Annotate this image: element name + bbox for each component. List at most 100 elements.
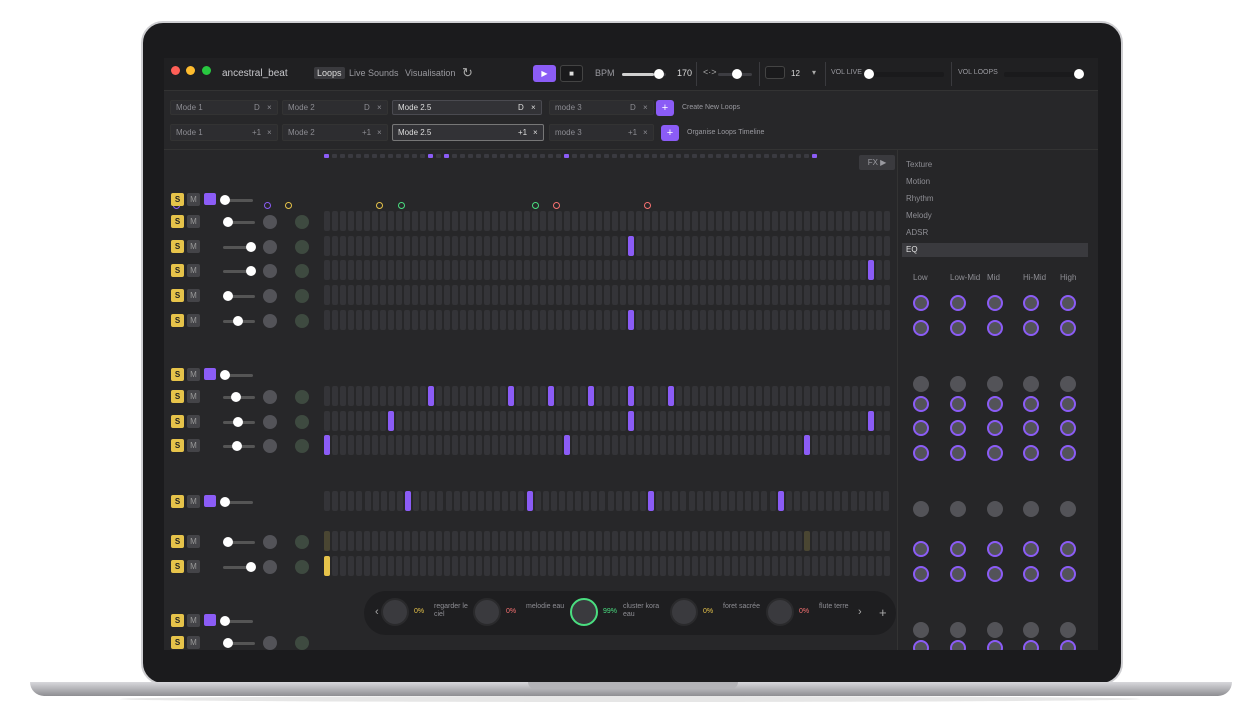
step-cell[interactable]: [788, 386, 794, 406]
step-cell[interactable]: [724, 435, 730, 455]
step-cell[interactable]: [652, 211, 658, 231]
step-cell[interactable]: [788, 285, 794, 305]
step-cell[interactable]: [636, 211, 642, 231]
step-cell[interactable]: [556, 260, 562, 280]
step-cell[interactable]: [780, 310, 786, 330]
step-cell[interactable]: [692, 435, 698, 455]
step-cell[interactable]: [708, 260, 714, 280]
step-cell[interactable]: [612, 211, 618, 231]
step-cell[interactable]: [588, 411, 594, 431]
step-cell[interactable]: [484, 260, 490, 280]
step-cell[interactable]: [820, 285, 826, 305]
step-cell[interactable]: [532, 310, 538, 330]
step-cell[interactable]: [796, 411, 802, 431]
step-cell[interactable]: [764, 386, 770, 406]
step-cell[interactable]: [604, 556, 610, 576]
step-cell[interactable]: [700, 285, 706, 305]
timeline-dot[interactable]: [692, 154, 697, 158]
step-cell[interactable]: [732, 310, 738, 330]
step-cell[interactable]: [705, 491, 711, 511]
step-cell[interactable]: [404, 310, 410, 330]
eq-knob-icon[interactable]: [1023, 541, 1039, 557]
step-cell[interactable]: [644, 435, 650, 455]
step-cell[interactable]: [716, 386, 722, 406]
eq-knob-icon[interactable]: [1060, 376, 1076, 392]
eq-knob-icon[interactable]: [1060, 541, 1076, 557]
step-cell[interactable]: [804, 310, 810, 330]
step-cell[interactable]: [421, 491, 427, 511]
step-cell[interactable]: [396, 411, 402, 431]
eq-knob-icon[interactable]: [1060, 396, 1076, 412]
step-cell[interactable]: [620, 531, 626, 551]
timeline-dot[interactable]: [588, 154, 593, 158]
step-cell[interactable]: [436, 386, 442, 406]
eq-knob-icon[interactable]: [1023, 396, 1039, 412]
step-cell[interactable]: [668, 260, 674, 280]
step-cell[interactable]: [388, 211, 394, 231]
step-cell[interactable]: [444, 285, 450, 305]
step-cell[interactable]: [348, 411, 354, 431]
step-cell[interactable]: [468, 260, 474, 280]
eq-knob-icon[interactable]: [1060, 566, 1076, 582]
step-cell[interactable]: [580, 435, 586, 455]
step-cell[interactable]: [796, 260, 802, 280]
step-cell[interactable]: [620, 211, 626, 231]
step-cell[interactable]: [716, 236, 722, 256]
step-cell[interactable]: [420, 435, 426, 455]
eq-knob-icon[interactable]: [950, 420, 966, 436]
step-cell[interactable]: [356, 285, 362, 305]
step-cell[interactable]: [532, 285, 538, 305]
track-volume-handle[interactable]: [230, 392, 241, 402]
step-cell[interactable]: [508, 435, 514, 455]
step-cell[interactable]: [748, 556, 754, 576]
eq-knob-icon[interactable]: [1023, 501, 1039, 517]
step-cell[interactable]: [324, 211, 330, 231]
step-cell[interactable]: [756, 211, 762, 231]
step-cell[interactable]: [684, 556, 690, 576]
step-cell[interactable]: [388, 556, 394, 576]
step-cell[interactable]: [836, 556, 842, 576]
step-cell[interactable]: [404, 556, 410, 576]
eq-knob-icon[interactable]: [950, 445, 966, 461]
step-cell[interactable]: [636, 411, 642, 431]
step-cell[interactable]: [876, 411, 882, 431]
solo-button[interactable]: S: [171, 314, 184, 327]
step-cell[interactable]: [516, 236, 522, 256]
step-cell[interactable]: [532, 435, 538, 455]
pan-knob-icon[interactable]: [263, 390, 277, 404]
step-cell[interactable]: [748, 531, 754, 551]
step-cell[interactable]: [500, 285, 506, 305]
pitch-knob-icon[interactable]: [295, 314, 309, 328]
step-cell[interactable]: [412, 211, 418, 231]
group-volume-handle[interactable]: [220, 497, 230, 507]
step-cell[interactable]: [740, 435, 746, 455]
timeline-dot[interactable]: [764, 154, 769, 158]
step-cell[interactable]: [436, 260, 442, 280]
step-cell[interactable]: [340, 531, 346, 551]
step-cell[interactable]: [852, 236, 858, 256]
step-cell[interactable]: [452, 260, 458, 280]
timeline-dot[interactable]: [444, 154, 449, 158]
step-cell[interactable]: [372, 556, 378, 576]
step-cell[interactable]: [804, 386, 810, 406]
step-cell[interactable]: [364, 285, 370, 305]
timeline-mode-tab[interactable]: Mode 1 +1 ×: [170, 124, 278, 141]
step-cell[interactable]: [668, 236, 674, 256]
step-cell[interactable]: [721, 491, 727, 511]
step-cell[interactable]: [660, 260, 666, 280]
eq-knob-icon[interactable]: [1023, 420, 1039, 436]
step-cell[interactable]: [828, 285, 834, 305]
step-cell[interactable]: [356, 531, 362, 551]
step-cell[interactable]: [476, 411, 482, 431]
eq-knob-icon[interactable]: [950, 622, 966, 638]
close-icon[interactable]: ×: [531, 101, 536, 114]
step-cell[interactable]: [340, 285, 346, 305]
step-cell[interactable]: [412, 435, 418, 455]
step-cell[interactable]: [756, 285, 762, 305]
step-cell[interactable]: [460, 236, 466, 256]
close-icon[interactable]: ×: [267, 101, 272, 114]
step-cell[interactable]: [340, 411, 346, 431]
step-cell[interactable]: [748, 411, 754, 431]
step-cell[interactable]: [724, 531, 730, 551]
step-cell[interactable]: [348, 310, 354, 330]
